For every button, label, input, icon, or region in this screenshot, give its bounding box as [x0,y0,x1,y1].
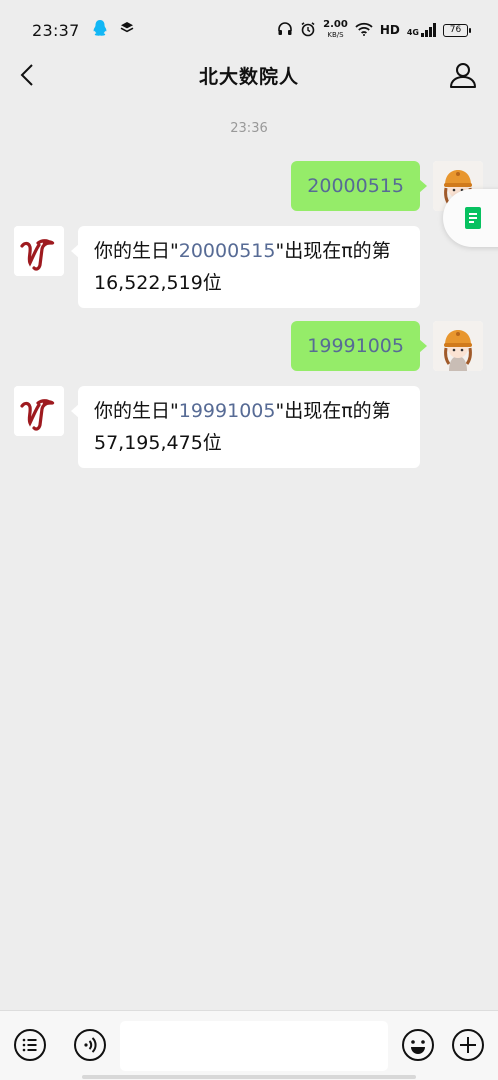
message-bubble-incoming[interactable]: 你的生日"20000515"出现在π的第16,522,519位 [71,226,420,308]
message-bubble-outgoing[interactable]: 19991005 [291,321,427,371]
add-button[interactable] [451,1028,485,1062]
profile-button[interactable] [448,60,478,90]
floating-document-widget[interactable] [443,189,498,247]
hd-label: HD [379,23,400,37]
bot-avatar[interactable] [14,386,64,436]
voice-icon [74,1029,106,1061]
battery-level: 76 [449,25,462,35]
document-icon [465,207,481,229]
message-text-prefix: 你的生日" [94,400,179,422]
signal-bars [421,23,436,37]
status-time: 23:37 [32,20,80,40]
home-indicator [82,1075,416,1079]
status-bar: 23:37 2.00 KB/S HD 4G 76 [0,0,498,60]
alarm-icon [300,21,316,40]
my-avatar[interactable] [433,321,483,371]
emoji-icon [402,1029,434,1061]
bot-avatar[interactable] [14,226,64,276]
chat-timestamp: 23:36 [230,121,268,136]
nav-bar: 北大数院人 [0,52,498,98]
message-text-prefix: 你的生日" [94,240,179,262]
message-text: 20000515 [307,175,404,197]
wifi-icon [355,22,373,39]
voice-button[interactable] [73,1028,107,1062]
headphones-icon [277,21,293,40]
signal-icon: 4G [407,23,436,37]
chevron-left-icon [20,64,33,86]
list-menu-icon [14,1029,46,1061]
net-speed: 2.00 KB/S [323,20,348,40]
message-input[interactable] [120,1021,388,1071]
chat-title: 北大数院人 [198,65,299,88]
back-button[interactable] [12,60,42,90]
emoji-button[interactable] [401,1028,435,1062]
message-text: 19991005 [307,335,404,357]
message-bubble-outgoing[interactable]: 20000515 [291,161,427,211]
chat-input-bar [0,1010,498,1080]
battery-icon: 76 [443,23,471,37]
plus-icon [452,1029,484,1061]
message-birthday-link[interactable]: 19991005 [179,400,276,422]
net-speed-value: 2.00 [323,19,348,30]
person-icon [450,63,476,88]
network-label: 4G [406,28,419,37]
message-birthday-link[interactable]: 20000515 [179,240,276,262]
menu-button[interactable] [13,1028,47,1062]
layers-icon [120,21,134,39]
qq-icon [92,19,108,41]
message-bubble-incoming[interactable]: 你的生日"19991005"出现在π的第57,195,475位 [71,386,420,468]
net-speed-unit: KB/S [327,31,344,39]
